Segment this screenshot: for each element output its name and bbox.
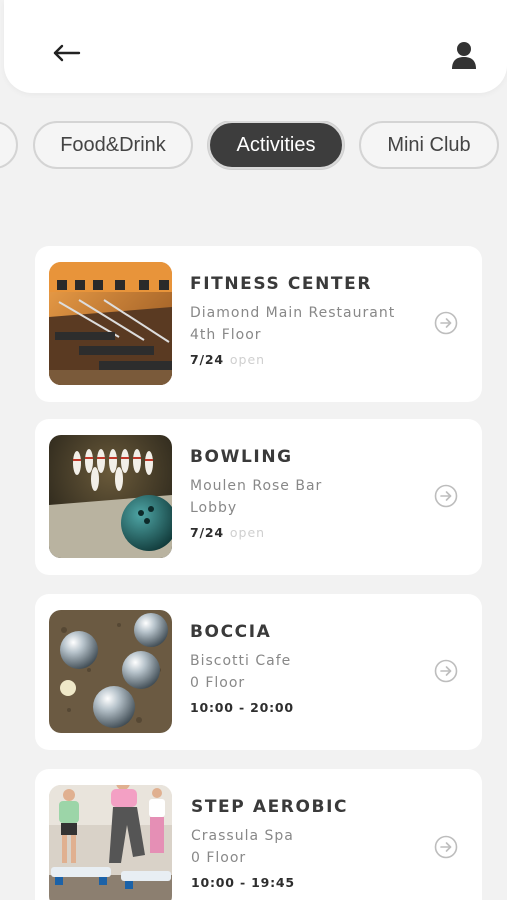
activity-floor: 4th Floor: [190, 327, 262, 343]
activity-card-step-aerobic[interactable]: STEP AEROBIC Crassula Spa 0 Floor 10:00 …: [35, 769, 482, 900]
arrow-right-circle-icon[interactable]: [433, 483, 459, 509]
top-bar: [4, 0, 507, 93]
activity-card-bowling[interactable]: BOWLING Moulen Rose Bar Lobby 7/24 open: [35, 419, 482, 575]
bowling-pins-image: [49, 435, 172, 558]
back-button[interactable]: [48, 37, 84, 69]
activity-location: Biscotti Cafe: [190, 653, 292, 669]
boccia-balls-image: [49, 610, 172, 733]
category-tabs: Food&Drink Activities Mini Club: [0, 121, 507, 171]
open-status: open: [229, 525, 266, 540]
step-aerobic-image: [49, 785, 172, 900]
arrow-right-circle-icon[interactable]: [433, 658, 459, 684]
activity-title: BOCCIA: [190, 622, 272, 642]
activity-floor: Lobby: [190, 500, 238, 516]
tab-food-drink[interactable]: Food&Drink: [33, 121, 193, 169]
tab-activities[interactable]: Activities: [208, 121, 344, 169]
arrow-right-circle-icon[interactable]: [433, 310, 459, 336]
open-status: open: [229, 352, 266, 367]
activity-location: Moulen Rose Bar: [190, 478, 323, 494]
activity-location: Crassula Spa: [191, 828, 294, 844]
activity-card-boccia[interactable]: BOCCIA Biscotti Cafe 0 Floor 10:00 - 20:…: [35, 594, 482, 750]
activity-floor: 0 Floor: [191, 850, 247, 866]
activity-hours: 10:00 - 19:45: [191, 875, 295, 890]
profile-button[interactable]: [447, 37, 481, 73]
activity-hours: 7/24 open: [190, 352, 266, 367]
activity-location: Diamond Main Restaurant: [190, 305, 396, 321]
arrow-left-icon: [53, 44, 81, 62]
activity-card-fitness-center[interactable]: FITNESS CENTER Diamond Main Restaurant 4…: [35, 246, 482, 402]
activity-hours: 10:00 - 20:00: [190, 700, 294, 715]
activity-title: STEP AEROBIC: [191, 797, 349, 817]
activity-title: FITNESS CENTER: [190, 274, 373, 294]
tab-partial[interactable]: [0, 121, 18, 169]
activity-hours: 7/24 open: [190, 525, 266, 540]
tab-mini-club[interactable]: Mini Club: [359, 121, 499, 169]
user-icon: [452, 42, 476, 69]
arrow-right-circle-icon[interactable]: [433, 834, 459, 860]
gym-treadmills-image: [49, 262, 172, 385]
activity-title: BOWLING: [190, 447, 293, 467]
activity-floor: 0 Floor: [190, 675, 246, 691]
